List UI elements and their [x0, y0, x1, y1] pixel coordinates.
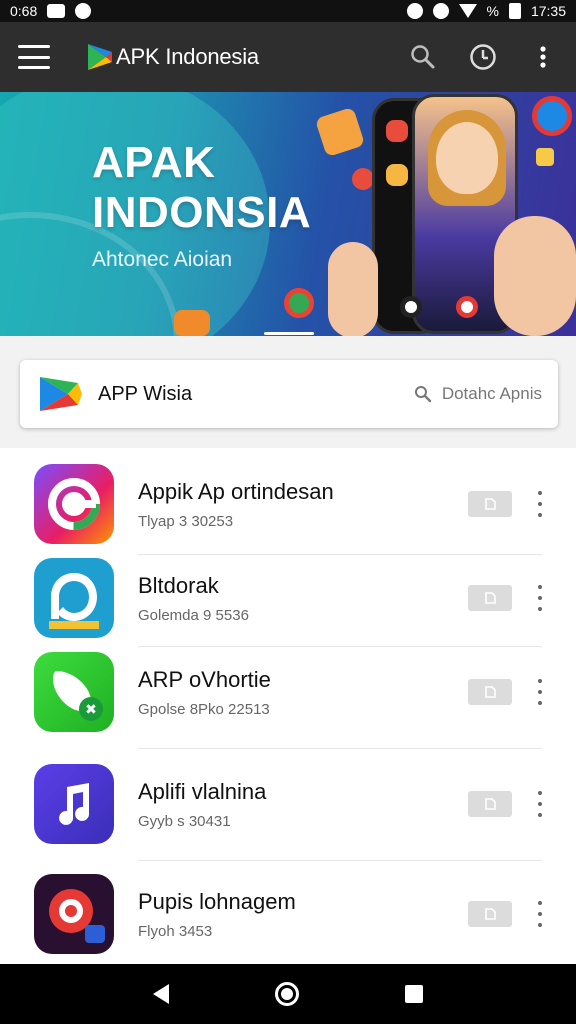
list-item[interactable]: Appik Ap ortindesan Tlyap 3 30253 — [0, 458, 576, 550]
history-icon[interactable] — [468, 42, 498, 72]
search-area: APP Wisia Dotahc Apnis — [0, 336, 576, 448]
app-icon — [34, 464, 114, 544]
search-icon[interactable] — [408, 42, 438, 72]
app-list: Appik Ap ortindesan Tlyap 3 30253 Bltdor… — [0, 448, 576, 964]
app-text: Pupis lohnagem Flyoh 3453 — [138, 889, 296, 940]
app-meta: Flyoh 3453 — [138, 922, 213, 940]
download-icon — [485, 686, 496, 698]
app-icon — [34, 558, 114, 638]
app-bar-actions — [408, 42, 558, 72]
app-text: Aplifi vlalnina Gyyb s 30431 — [138, 779, 266, 830]
download-button[interactable] — [468, 791, 512, 817]
phone-app-icon — [456, 296, 478, 318]
wifi-icon — [458, 4, 477, 18]
notification-icon — [47, 4, 66, 18]
svg-text:✖: ✖ — [85, 702, 97, 718]
divider — [138, 748, 542, 749]
download-icon — [485, 498, 496, 510]
menu-icon[interactable] — [18, 45, 50, 69]
app-meta: Gpolse 8Pko 22513 — [138, 700, 270, 718]
sync-icon — [432, 3, 449, 19]
search-field[interactable]: Dotahc Apnis — [414, 384, 542, 404]
app-title: APK Indonesia — [116, 44, 259, 69]
banner-title: APAK INDONSIA — [92, 138, 311, 238]
status-time: 17:35 — [530, 3, 566, 19]
alarm-icon — [406, 3, 423, 19]
phone-app-icon — [386, 120, 408, 142]
app-name: Bltdorak — [138, 572, 219, 598]
app-text: ARP oVhortie Gpolse 8Pko 22513 — [138, 667, 271, 718]
more-vert-icon[interactable] — [532, 585, 548, 611]
banner-title-line1: APAK — [92, 138, 216, 187]
download-button[interactable] — [468, 491, 512, 517]
app-meta: Tlyap 3 30253 — [138, 512, 234, 530]
notification-dot-icon — [75, 3, 92, 19]
download-button[interactable] — [468, 679, 512, 705]
phone-app-icon — [386, 164, 408, 186]
status-left-text: 0:68 — [10, 3, 38, 19]
download-button[interactable] — [468, 585, 512, 611]
floating-app-icon — [536, 148, 554, 166]
download-icon — [485, 908, 496, 920]
character-face — [436, 122, 498, 194]
search-card[interactable]: APP Wisia Dotahc Apnis — [20, 360, 558, 428]
download-button[interactable] — [468, 901, 512, 927]
app-name: Aplifi vlalnina — [138, 778, 267, 804]
app-meta: Golemda 9 5536 — [138, 606, 249, 624]
search-card-title: APP Wisia — [98, 382, 193, 405]
back-icon[interactable] — [153, 984, 169, 1004]
floating-app-icon — [284, 288, 314, 318]
divider — [138, 860, 542, 861]
floating-app-icon — [352, 168, 374, 190]
banner-page-indicator — [264, 332, 314, 335]
status-left: 0:68 — [10, 3, 92, 19]
system-nav-bar — [0, 964, 576, 1024]
search-placeholder: Dotahc Apnis — [441, 384, 542, 403]
list-item[interactable]: Aplifi vlalnina Gyyb s 30431 — [0, 758, 576, 850]
search-icon — [414, 386, 432, 403]
list-item[interactable]: ✖ ARP oVhortie Gpolse 8Pko 22513 — [0, 646, 576, 738]
play-store-icon — [38, 373, 84, 415]
app-name: ARP oVhortie — [138, 666, 271, 692]
app-bar: APK Indonesia — [0, 22, 576, 92]
promo-banner[interactable]: APAK INDONSIA Ahtonec Aioian — [0, 92, 576, 336]
hand-right — [494, 216, 576, 336]
more-vert-icon[interactable] — [532, 491, 548, 517]
play-store-logo-icon — [84, 42, 114, 72]
more-vert-icon[interactable] — [528, 42, 558, 72]
list-item[interactable]: Pupis lohnagem Flyoh 3453 — [0, 868, 576, 960]
phone-home-button-icon — [400, 296, 422, 318]
floating-app-icon — [314, 106, 366, 158]
app-name: Appik Ap ortindesan — [138, 478, 334, 504]
status-bar: 0:68 % 17:35 — [0, 0, 576, 22]
floating-app-icon — [532, 96, 572, 136]
home-icon[interactable] — [275, 982, 299, 1006]
status-right: % 17:35 — [406, 3, 566, 19]
banner-subtitle: Ahtonec Aioian — [92, 248, 233, 271]
app-icon: ✖ — [34, 652, 114, 732]
app-name: Pupis lohnagem — [138, 888, 296, 914]
app-text: Appik Ap ortindesan Tlyap 3 30253 — [138, 479, 334, 530]
music-app-icon — [34, 764, 114, 844]
more-vert-icon[interactable] — [532, 791, 548, 817]
floating-app-icon — [174, 310, 210, 336]
list-item[interactable]: Bltdorak Golemda 9 5536 — [0, 552, 576, 644]
more-vert-icon[interactable] — [532, 901, 548, 927]
recents-icon[interactable] — [405, 985, 423, 1003]
battery-text: % — [486, 3, 499, 19]
app-meta: Gyyb s 30431 — [138, 812, 231, 830]
more-vert-icon[interactable] — [532, 679, 548, 705]
app-text: Bltdorak Golemda 9 5536 — [138, 573, 249, 624]
download-icon — [485, 592, 496, 604]
banner-title-line2: INDONSIA — [92, 188, 312, 237]
hand-left — [328, 242, 378, 336]
download-icon — [485, 798, 496, 810]
app-icon — [34, 874, 114, 954]
battery-icon — [508, 3, 521, 19]
